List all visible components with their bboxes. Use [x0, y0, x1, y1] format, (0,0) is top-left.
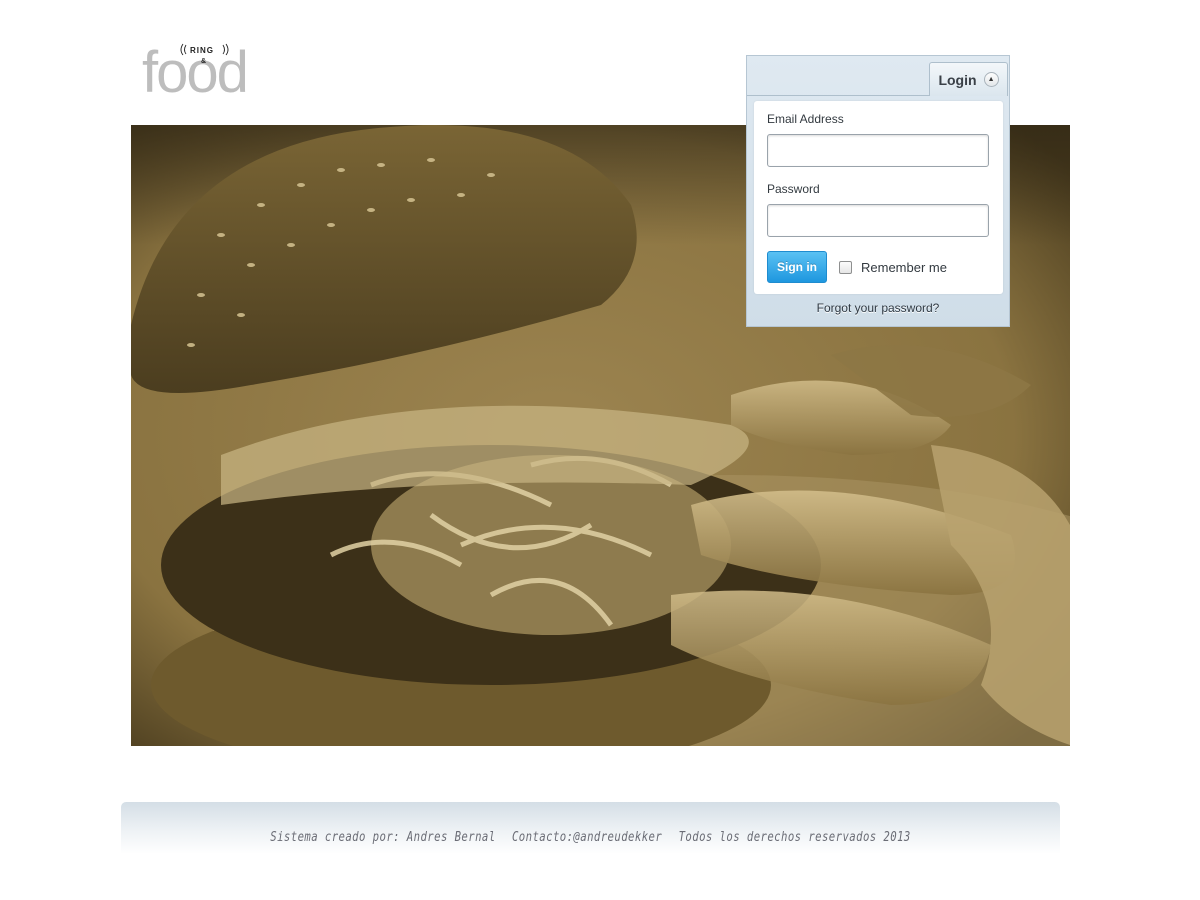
- remember-me-label: Remember me: [861, 260, 947, 275]
- footer-rights: Todos los derechos reservados 2013: [678, 830, 911, 845]
- logo-ring-text: RING: [190, 46, 214, 55]
- footer: Sistema creado por: Andres Bernal Contac…: [121, 802, 1060, 854]
- password-field[interactable]: [767, 204, 989, 237]
- login-tab-label: Login: [938, 71, 977, 88]
- logo-amp-text: &: [201, 58, 206, 65]
- password-label: Password: [767, 182, 820, 196]
- email-label: Email Address: [767, 112, 844, 126]
- page: food RING & Login ▲ Email Address Passwo…: [0, 0, 1200, 900]
- email-field[interactable]: [767, 134, 989, 167]
- logo-mark: food RING &: [142, 40, 249, 98]
- footer-contact: Contacto:@andreudekker: [511, 830, 663, 845]
- remember-me-checkbox[interactable]: [839, 261, 852, 274]
- login-panel: Login ▲ Email Address Password Sign in R…: [746, 55, 1010, 327]
- sign-in-button[interactable]: Sign in: [767, 251, 827, 283]
- login-tab[interactable]: Login ▲: [929, 62, 1008, 96]
- login-form: Email Address Password Sign in Remember …: [754, 101, 1003, 294]
- footer-text: Sistema creado por: Andres Bernal Contac…: [206, 830, 976, 845]
- chevron-up-icon[interactable]: ▲: [983, 72, 999, 87]
- tab-divider: [747, 95, 929, 96]
- forgot-password-link[interactable]: Forgot your password?: [747, 301, 1009, 315]
- logo: food RING &: [140, 38, 280, 98]
- footer-created-by: Sistema creado por: Andres Bernal: [270, 830, 496, 845]
